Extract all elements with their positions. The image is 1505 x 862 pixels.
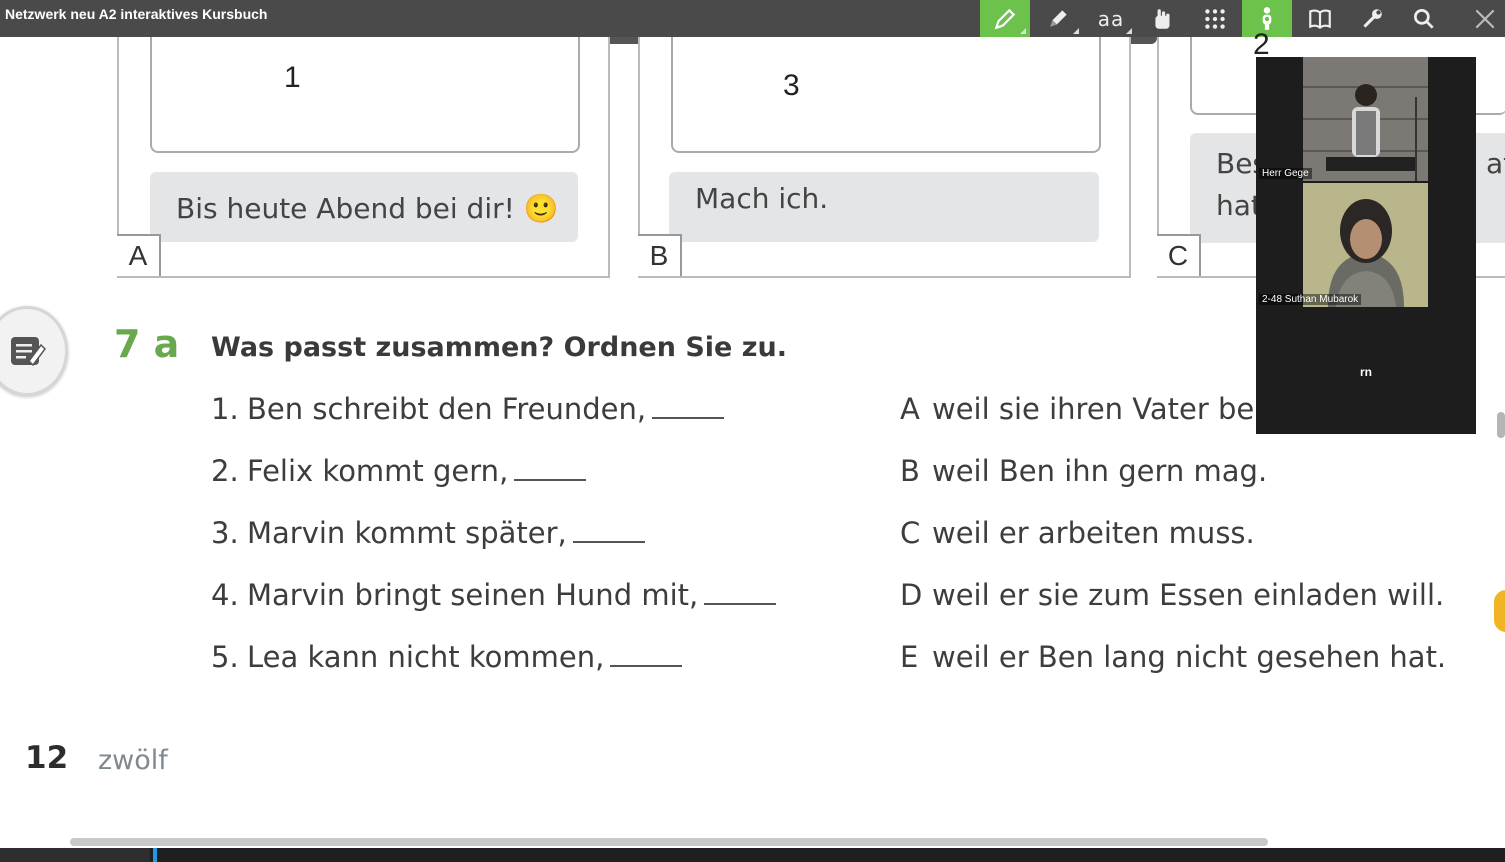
close-icon xyxy=(1475,9,1495,28)
option-text: weil er arbeiten muss. xyxy=(932,516,1255,550)
chat-message-text: Mach ich. xyxy=(695,182,829,215)
book-icon xyxy=(1309,8,1331,29)
chat-message: Mach ich. xyxy=(669,172,1099,242)
horizontal-scrollbar-thumb[interactable] xyxy=(70,838,1268,846)
top-toolbar: Netzwerk neu A2 interaktives Kursbuch aa xyxy=(0,0,1505,37)
wrench-icon xyxy=(1363,8,1382,28)
notes-button[interactable] xyxy=(0,306,68,396)
video-tile-suthan-mubarok[interactable]: 2-48 Suthan Mubarok xyxy=(1256,183,1476,307)
answer-blank[interactable] xyxy=(704,603,777,605)
answer-bubble xyxy=(671,37,1101,153)
app-title: Netzwerk neu A2 interaktives Kursbuch xyxy=(5,6,268,22)
participant-name: Herr Gege xyxy=(1259,168,1312,179)
bottom-taskbar xyxy=(0,848,1505,862)
text-size-icon: aa xyxy=(1097,6,1125,31)
sentence-number: 4. xyxy=(211,578,239,612)
sentence-number: 1. xyxy=(211,392,239,426)
video-tile-herr-gege[interactable]: Herr Gege xyxy=(1256,57,1476,181)
bubble-number: 1 xyxy=(284,61,301,94)
sentence-text: Lea kann nicht kommen, xyxy=(247,640,605,674)
pen-tool-button[interactable] xyxy=(1033,0,1083,37)
option-letter: D xyxy=(900,578,923,612)
bubble-number: 2 xyxy=(1253,28,1270,61)
side-panel-handle[interactable] xyxy=(1494,590,1505,632)
answer-bubble xyxy=(150,37,580,153)
grid-icon xyxy=(1205,8,1225,29)
smiley-icon: 🙂 xyxy=(523,192,559,225)
sentence-text: Marvin kommt später, xyxy=(247,516,567,550)
exercise-instruction: Was passt zusammen? Ordnen Sie zu. xyxy=(211,332,787,363)
sentence-number: 3. xyxy=(211,516,239,550)
sentence-text: Marvin bringt seinen Hund mit, xyxy=(247,578,699,612)
bubble-number: 3 xyxy=(783,69,800,102)
option-letter: E xyxy=(900,640,919,674)
close-button[interactable] xyxy=(1460,0,1505,37)
answer-blank[interactable] xyxy=(610,665,683,667)
option-item: Cweil er arbeiten muss. xyxy=(900,516,1255,550)
sentence-text: Felix kommt gern, xyxy=(247,454,509,488)
option-item: Eweil er Ben lang nicht gesehen hat. xyxy=(900,640,1446,674)
comic-panel-b: 3 Mach ich. B xyxy=(638,37,1131,278)
answer-blank[interactable] xyxy=(514,479,587,481)
apps-grid-button[interactable] xyxy=(1190,0,1240,37)
option-letter: B xyxy=(900,454,920,488)
sentence-number: 2. xyxy=(211,454,239,488)
text-size-button[interactable]: aa xyxy=(1086,0,1136,37)
video-participants-panel[interactable]: Herr Gege 2-48 Suthan Mubarok rn xyxy=(1256,57,1476,434)
option-letter: A xyxy=(900,392,920,426)
highlighter-icon xyxy=(994,8,1016,29)
option-item: Dweil er sie zum Essen einladen will. xyxy=(900,578,1444,612)
option-text: weil Ben ihn gern mag. xyxy=(932,454,1268,488)
option-text: weil er sie zum Essen einladen will. xyxy=(932,578,1445,612)
chat-message-text: Bis heute Abend bei dir! xyxy=(176,192,515,225)
search-icon xyxy=(1413,8,1434,29)
answer-blank[interactable] xyxy=(652,417,725,419)
search-button[interactable] xyxy=(1399,0,1449,37)
video-tile-rn[interactable]: rn xyxy=(1256,309,1476,433)
sentence-item: 1. Ben schreibt den Freunden, xyxy=(211,392,725,426)
sentence-item: 5. Lea kann nicht kommen, xyxy=(211,640,683,674)
taskbar-segment xyxy=(0,848,150,862)
participant-video-feed xyxy=(1303,57,1428,181)
panel-label: C xyxy=(1157,234,1201,276)
highlighter-tool-button[interactable] xyxy=(980,0,1030,37)
page-number: 12 xyxy=(25,740,69,776)
sentence-text: Ben schreibt den Freunden, xyxy=(247,392,647,426)
panel-label: A xyxy=(117,234,161,276)
book-button[interactable] xyxy=(1295,0,1345,37)
page-number-word: zwölf xyxy=(98,745,168,776)
chat-message: Bis heute Abend bei dir! 🙂 xyxy=(150,172,578,242)
sentence-item: 4. Marvin bringt seinen Hund mit, xyxy=(211,578,777,612)
participant-name: 2-48 Suthan Mubarok xyxy=(1259,294,1362,305)
comic-panel-a: 1 Bis heute Abend bei dir! 🙂 A xyxy=(117,37,610,278)
option-letter: C xyxy=(900,516,921,550)
pointer-tool-button[interactable] xyxy=(1138,0,1188,37)
participant-video-feed xyxy=(1303,183,1428,307)
answer-blank[interactable] xyxy=(572,541,645,543)
exercise-number: 7 a xyxy=(114,322,180,366)
option-item: Bweil Ben ihn gern mag. xyxy=(900,454,1267,488)
option-text: weil er Ben lang nicht gesehen hat. xyxy=(932,640,1447,674)
chat-message-fragment: ate xyxy=(1486,147,1505,180)
settings-button[interactable] xyxy=(1347,0,1397,37)
sentence-item: 3. Marvin kommt später, xyxy=(211,516,645,550)
vertical-scrollbar-thumb[interactable] xyxy=(1497,412,1505,438)
option-text: weil sie ihren Vater bes xyxy=(932,392,1255,426)
participant-name: rn xyxy=(1360,365,1372,379)
option-item: Aweil sie ihren Vater bes xyxy=(900,392,1255,426)
pen-icon xyxy=(1050,9,1067,27)
hand-pointer-icon xyxy=(1155,8,1170,29)
taskbar-progress-marker xyxy=(153,848,157,862)
panel-label: B xyxy=(638,234,682,276)
sentence-item: 2. Felix kommt gern, xyxy=(211,454,587,488)
sentence-number: 5. xyxy=(211,640,239,674)
notepad-edit-icon xyxy=(11,337,46,367)
